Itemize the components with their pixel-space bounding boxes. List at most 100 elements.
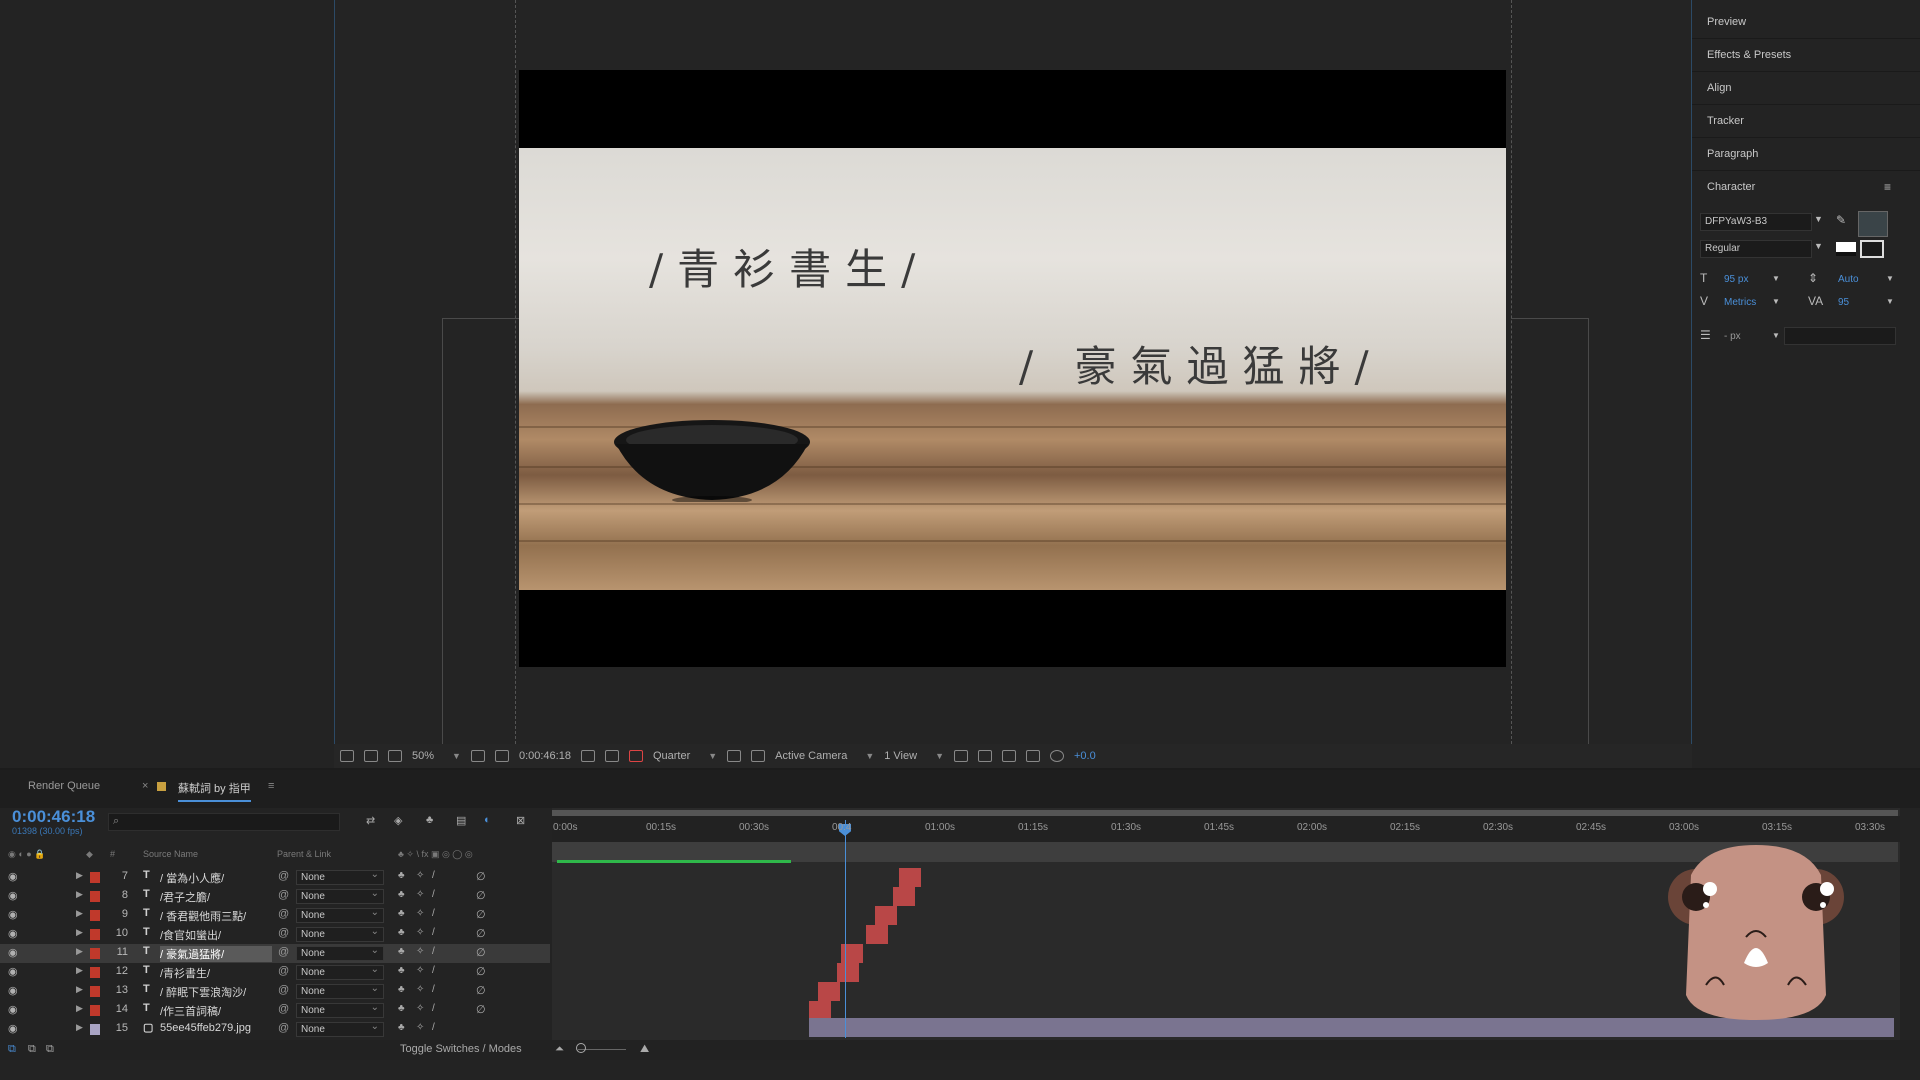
- collapse-switch-icon[interactable]: ✧: [416, 1022, 424, 1033]
- shy-switch-icon[interactable]: ♣: [398, 927, 405, 938]
- collapse-switch-icon[interactable]: ✧: [416, 927, 424, 938]
- quality-switch-icon[interactable]: /: [432, 870, 435, 881]
- layer-name[interactable]: /食官如蠻出/: [160, 927, 272, 943]
- black-white-swatch[interactable]: [1836, 242, 1856, 256]
- tab-render-queue[interactable]: Render Queue: [28, 780, 100, 792]
- layer-bar[interactable]: [866, 925, 888, 944]
- stroke-color-swatch[interactable]: [1860, 240, 1884, 258]
- layer-row[interactable]: ◉ ▶ 12 T/青衫書生/ @ None ♣ ✧ / ∅: [0, 963, 550, 982]
- parent-select[interactable]: None: [296, 887, 384, 904]
- quality-switch-icon[interactable]: /: [432, 889, 435, 900]
- expand-triangle-icon[interactable]: ▶: [76, 946, 83, 957]
- parent-select[interactable]: None: [296, 1001, 384, 1018]
- collapse-switch-icon[interactable]: ✧: [416, 870, 424, 881]
- layer-bar[interactable]: [899, 868, 921, 887]
- collapse-switch-icon[interactable]: ✧: [416, 984, 424, 995]
- kerning-value[interactable]: Metrics: [1724, 297, 1756, 308]
- graph-editor-icon[interactable]: ⊠: [516, 814, 525, 827]
- layer-row[interactable]: ◉ ▶ 13 T / 醉眠下雲浪淘沙/ @ None ♣ ✧ / ∅: [0, 982, 550, 1001]
- source-name-header[interactable]: Source Name: [143, 849, 198, 859]
- expand-triangle-icon[interactable]: ▶: [76, 965, 83, 976]
- motion-blur-switch-icon[interactable]: ∅: [476, 965, 486, 978]
- layer-search-input[interactable]: ⌕: [108, 813, 340, 831]
- quality-switch-icon[interactable]: /: [432, 984, 435, 995]
- tracking-value[interactable]: 95: [1838, 297, 1849, 308]
- motion-blur-icon[interactable]: ◐: [484, 814, 491, 826]
- render-time-icon[interactable]: ⧉: [8, 1043, 16, 1056]
- parent-select[interactable]: None: [296, 925, 384, 942]
- parent-select[interactable]: None: [296, 868, 384, 885]
- panel-preview[interactable]: Preview: [1692, 6, 1920, 39]
- font-style-select[interactable]: Regular: [1700, 240, 1812, 258]
- layer-name[interactable]: / 醉眠下雲浪淘沙/: [160, 984, 272, 1000]
- quality-switch-icon[interactable]: /: [432, 965, 435, 976]
- motion-blur-switch-icon[interactable]: ∅: [476, 1003, 486, 1016]
- tab-composition[interactable]: 蘇軾詞 by 指甲: [178, 780, 251, 802]
- eye-icon[interactable]: ◉: [8, 1003, 18, 1016]
- panel-tracker[interactable]: Tracker: [1692, 105, 1920, 138]
- frame-blending-icon[interactable]: ▤: [456, 814, 466, 827]
- motion-blur-switch-icon[interactable]: ∅: [476, 927, 486, 940]
- shy-switch-icon[interactable]: ♣: [398, 908, 405, 919]
- layer-name[interactable]: / 當為小人應/: [160, 870, 272, 886]
- transparency-grid-icon[interactable]: [751, 750, 766, 762]
- label-color-swatch[interactable]: [90, 872, 100, 883]
- stroke-width-value[interactable]: - px: [1724, 331, 1741, 342]
- zoom-out-icon[interactable]: ⏶: [555, 1043, 564, 1056]
- parent-select[interactable]: None: [296, 982, 384, 999]
- motion-blur-switch-icon[interactable]: ∅: [476, 870, 486, 883]
- pickwhip-icon[interactable]: @: [278, 984, 289, 996]
- layer-row[interactable]: ◉ ▶ 8 T/君子之膽/ @ None ♣ ✧ / ∅: [0, 887, 550, 906]
- label-color-swatch[interactable]: [90, 948, 100, 959]
- layer-row[interactable]: ◉ ▶ 10 T/食官如蠻出/ @ None ♣ ✧ / ∅: [0, 925, 550, 944]
- quality-switch-icon[interactable]: /: [432, 1003, 435, 1014]
- layer-bar[interactable]: [818, 982, 840, 1001]
- safe-margins-icon[interactable]: [494, 750, 509, 762]
- region-of-interest-icon[interactable]: [727, 750, 742, 762]
- close-icon[interactable]: ×: [142, 780, 148, 792]
- pickwhip-icon[interactable]: @: [278, 965, 289, 977]
- parent-select[interactable]: None: [296, 944, 384, 961]
- collapse-switch-icon[interactable]: ✧: [416, 1003, 424, 1014]
- label-color-swatch[interactable]: [90, 1005, 100, 1016]
- comp-background-image[interactable]: /青衫書生/ / 豪氣過猛將/: [519, 148, 1506, 590]
- label-color-swatch[interactable]: [90, 929, 100, 940]
- timeline-timecode[interactable]: 0:00:46:18: [12, 807, 95, 827]
- collapse-switch-icon[interactable]: ✧: [416, 908, 424, 919]
- eye-icon[interactable]: ◉: [8, 946, 18, 959]
- eye-icon[interactable]: ◉: [8, 965, 18, 978]
- pickwhip-icon[interactable]: @: [278, 1022, 289, 1034]
- label-color-swatch[interactable]: [90, 967, 100, 978]
- transfer-controls-icon[interactable]: ⧉: [46, 1043, 54, 1056]
- layer-name[interactable]: / 豪氣過猛將/: [160, 946, 272, 962]
- expand-triangle-icon[interactable]: ▶: [76, 927, 83, 938]
- layer-bar[interactable]: [893, 887, 915, 906]
- layer-row[interactable]: ◉ ▶ 15 ▢ 55ee45ffeb279.jpg @ None ♣ ✧ /: [0, 1020, 550, 1039]
- shy-layers-icon[interactable]: ♣: [426, 814, 433, 826]
- panel-menu-icon[interactable]: ≡: [1884, 180, 1891, 194]
- panel-effects-presets[interactable]: Effects & Presets: [1692, 39, 1920, 72]
- layer-name[interactable]: /君子之膽/: [160, 889, 272, 905]
- quality-switch-icon[interactable]: /: [432, 927, 435, 938]
- timeline-icon[interactable]: [1001, 750, 1016, 762]
- pickwhip-icon[interactable]: @: [278, 889, 289, 901]
- layer-bar[interactable]: [875, 906, 897, 925]
- expand-triangle-icon[interactable]: ▶: [76, 1003, 83, 1014]
- shy-switch-icon[interactable]: ♣: [398, 946, 405, 957]
- eye-icon[interactable]: ◉: [8, 889, 18, 902]
- resolution-select[interactable]: Quarter ▼: [653, 750, 717, 762]
- expand-triangle-icon[interactable]: ▶: [76, 870, 83, 881]
- eye-icon[interactable]: ◉: [8, 870, 18, 883]
- layer-row[interactable]: ◉ ▶ 14 T/作三首詞稿/ @ None ♣ ✧ / ∅: [0, 1001, 550, 1020]
- pickwhip-icon[interactable]: @: [278, 927, 289, 939]
- eyedropper-icon[interactable]: ✎: [1836, 213, 1846, 227]
- layer-row[interactable]: ◉ ▶ 7 T / 當為小人應/ @ None ♣ ✧ / ∅: [0, 868, 550, 887]
- font-size-value[interactable]: 95 px: [1724, 274, 1748, 285]
- eye-icon[interactable]: ◉: [8, 1022, 18, 1035]
- motion-blur-switch-icon[interactable]: ∅: [476, 889, 486, 902]
- label-color-swatch[interactable]: [90, 891, 100, 902]
- always-preview-icon[interactable]: [340, 750, 354, 762]
- layer-row[interactable]: ◉ ▶ 11 T / 豪氣過猛將/ @ None ♣ ✧ / ∅: [0, 944, 550, 963]
- layer-switches-icon[interactable]: ⧉: [28, 1043, 36, 1056]
- views-select[interactable]: 1 View ▼: [884, 750, 944, 762]
